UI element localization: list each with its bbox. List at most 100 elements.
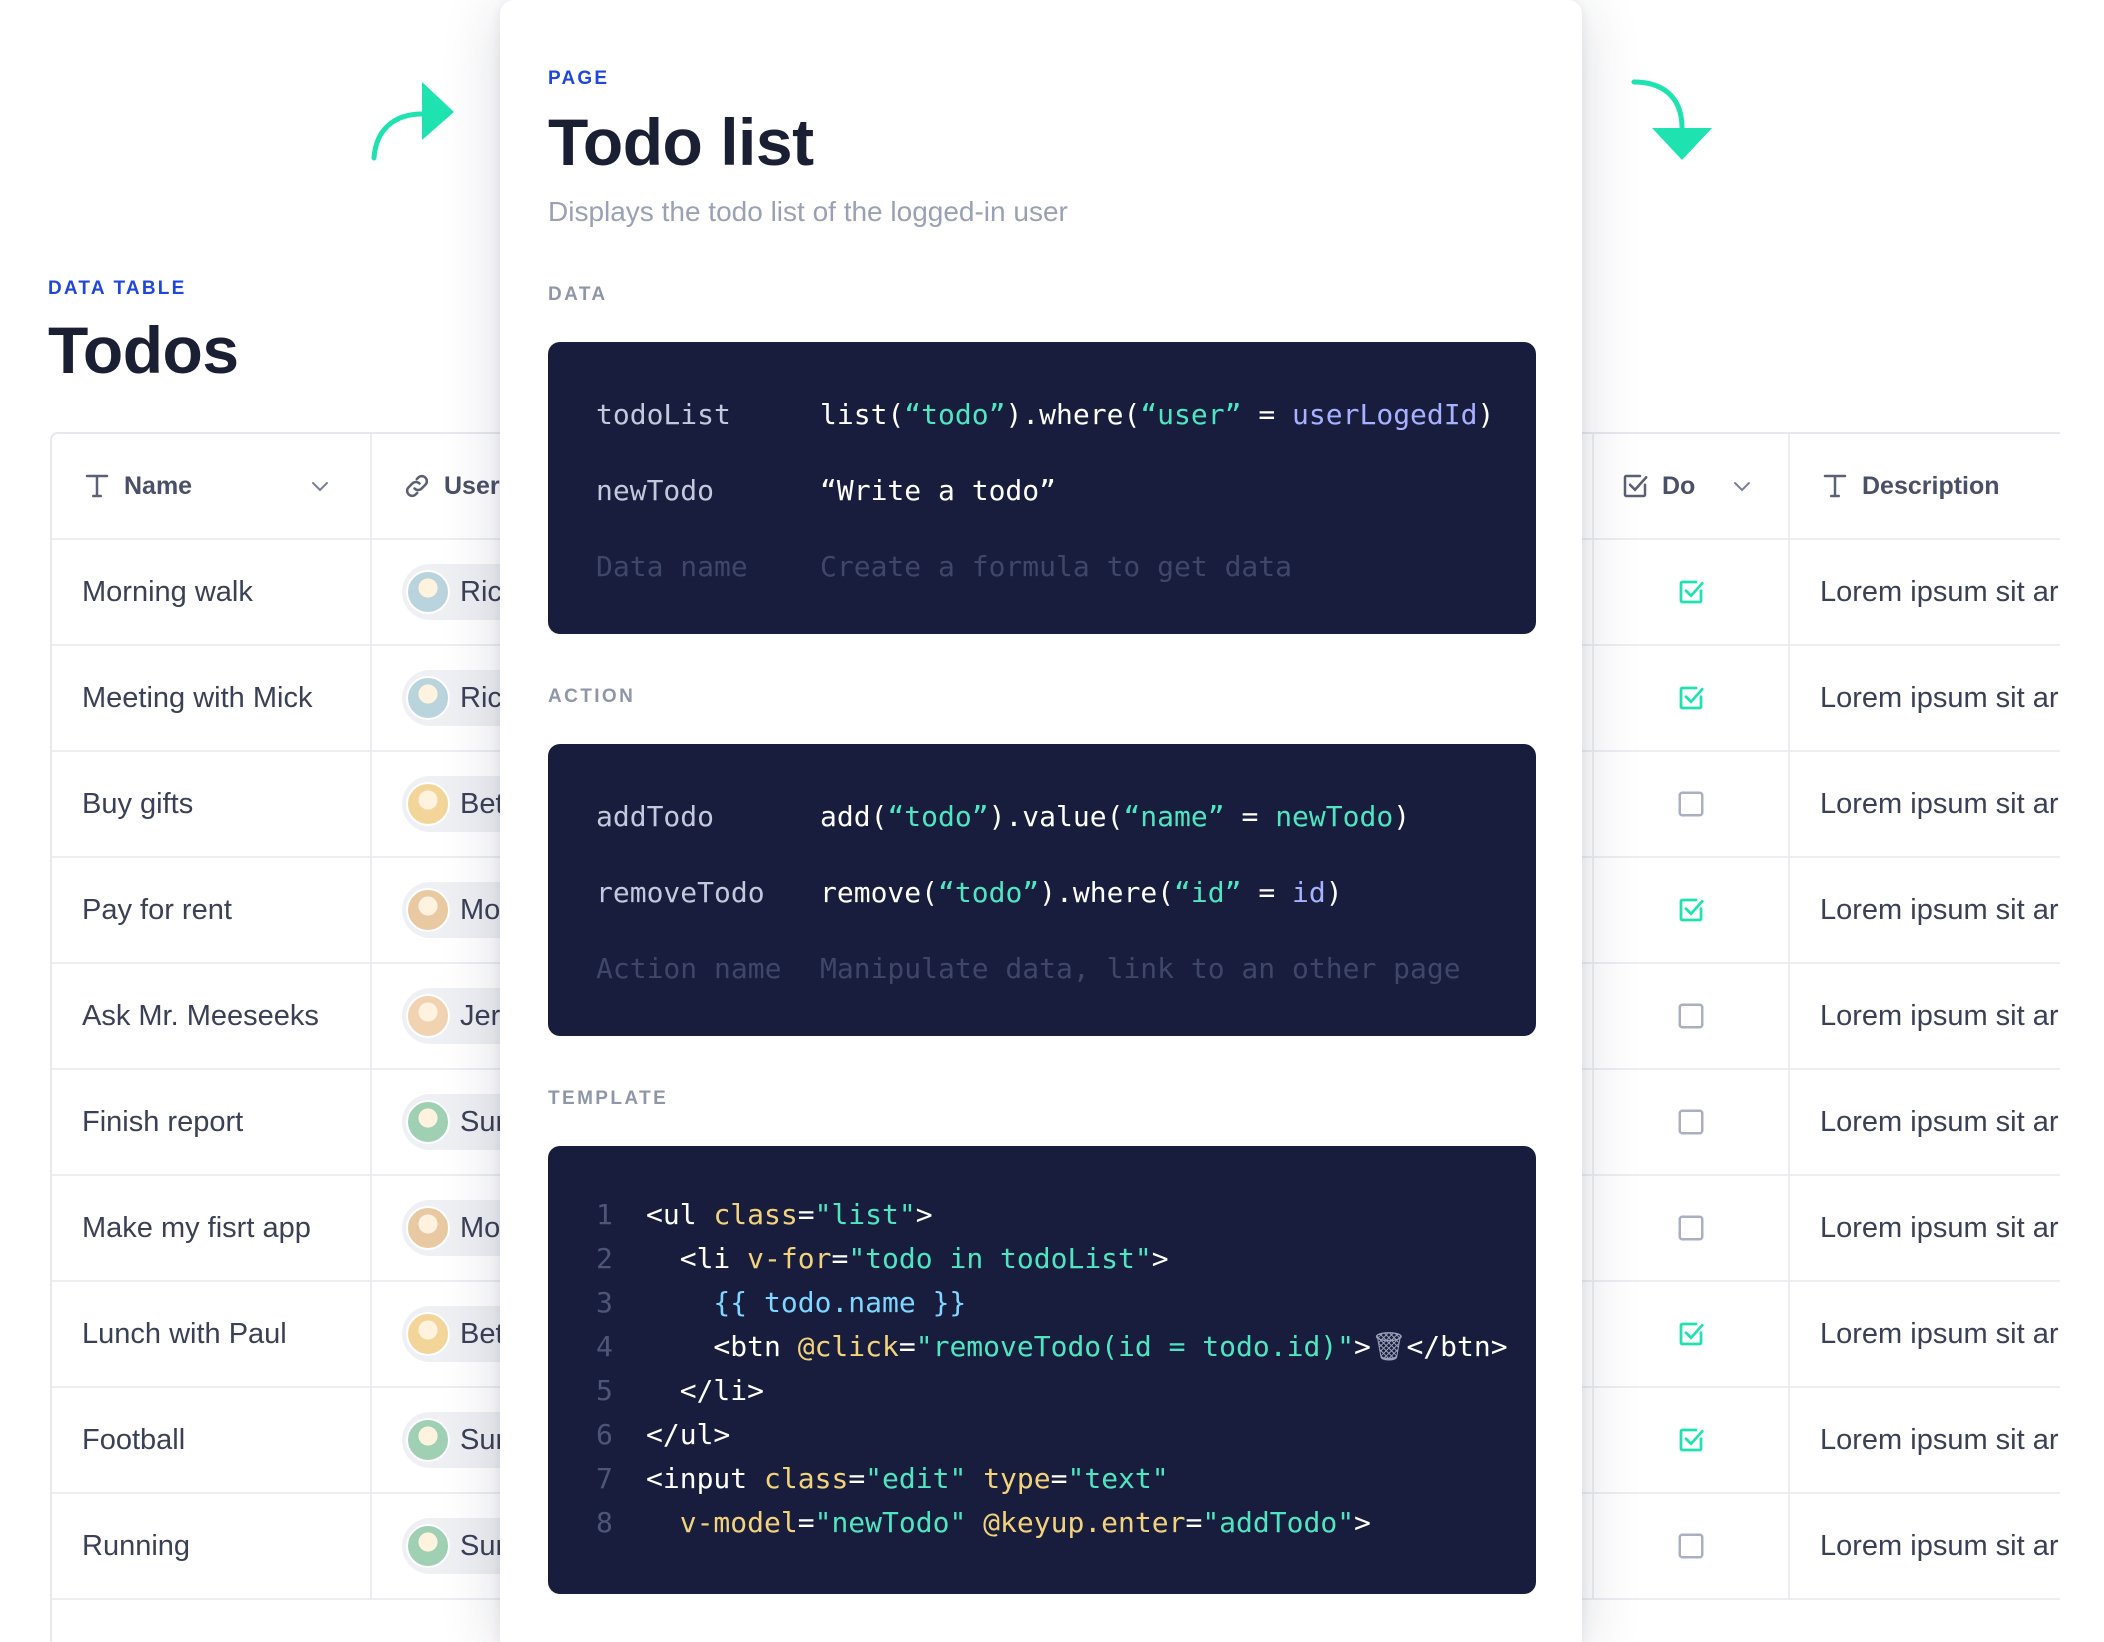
avatar [406, 888, 450, 932]
checkbox-checked-icon[interactable] [1676, 577, 1706, 607]
template-code-editor[interactable]: 1 <ul class="list"> 2 <li v-for="todo in … [548, 1146, 1536, 1594]
data-table-kicker: DATA TABLE [48, 278, 187, 299]
code-line: 3 {{ todo.name }} [596, 1286, 967, 1319]
cell-description[interactable]: Lorem ipsum sit ar [1790, 752, 2060, 856]
checkbox-checked-icon[interactable] [1676, 1425, 1706, 1455]
checkbox-checked-icon[interactable] [1676, 895, 1706, 925]
cell-name[interactable]: Running [52, 1494, 372, 1598]
data-name-input[interactable]: Data name [596, 550, 748, 583]
avatar [406, 1524, 450, 1568]
page-kicker: PAGE [548, 68, 610, 89]
cell-done [1592, 1282, 1790, 1386]
curved-arrow-icon [371, 82, 454, 161]
cell-description[interactable]: Lorem ipsum sit ar [1790, 1388, 2060, 1492]
user-name: Sur [460, 1105, 506, 1138]
chevron-down-icon[interactable] [1730, 474, 1754, 498]
cell-description[interactable]: Lorem ipsum sit ar [1790, 1282, 2060, 1386]
cell-description[interactable]: Lorem ipsum sit ar [1790, 964, 2060, 1068]
code-line: 2 <li v-for="todo in todoList"> [596, 1242, 1169, 1275]
cell-done [1592, 964, 1790, 1068]
action-formula-input[interactable]: Manipulate data, link to an other page [820, 952, 1461, 985]
data-entry-name: newTodo [596, 474, 715, 507]
column-header-user-label: User [444, 471, 500, 500]
cell-done [1592, 1494, 1790, 1598]
cell-name[interactable]: Pay for rent [52, 858, 372, 962]
cell-name[interactable]: Finish report [52, 1070, 372, 1174]
cell-name[interactable]: Buy gifts [52, 752, 372, 856]
checkbox-empty-icon[interactable] [1676, 1107, 1706, 1137]
data-entry-name: todoList [596, 398, 731, 431]
link-icon [405, 474, 429, 498]
code-line: 4 <btn @click="removeTodo(id = todo.id)"… [596, 1330, 1508, 1363]
cell-description[interactable]: Lorem ipsum sit ar [1790, 540, 2060, 644]
checkbox-empty-icon[interactable] [1676, 1213, 1706, 1243]
cell-description[interactable]: Lorem ipsum sit ar [1790, 1494, 2060, 1598]
column-header-done[interactable]: Do [1592, 434, 1790, 538]
cell-done [1592, 1070, 1790, 1174]
data-section-label: DATA [548, 284, 608, 305]
code-line: 6 </ul> [596, 1418, 731, 1451]
text-type-icon [85, 474, 109, 498]
text-type-icon [1823, 474, 1847, 498]
column-header-description-label: Description [1862, 471, 2000, 500]
cell-description[interactable]: Lorem ipsum sit ar [1790, 858, 2060, 962]
cell-done [1592, 1388, 1790, 1492]
curved-arrow-down-icon [1631, 79, 1712, 160]
avatar [406, 570, 450, 614]
cell-done [1592, 1176, 1790, 1280]
column-header-name[interactable]: Name [52, 434, 372, 538]
cell-done [1592, 858, 1790, 962]
cell-name[interactable]: Lunch with Paul [52, 1282, 372, 1386]
template-section-label: TEMPLATE [548, 1088, 669, 1109]
action-section-label: ACTION [548, 686, 636, 707]
data-code-block: todoList list(“todo”).where(“user” = use… [548, 342, 1536, 634]
checkbox-empty-icon[interactable] [1676, 1001, 1706, 1031]
user-name: Bet [460, 787, 504, 820]
action-code-block: addTodo add(“todo”).value(“name” = newTo… [548, 744, 1536, 1036]
cell-name[interactable]: Morning walk [52, 540, 372, 644]
column-header-name-label: Name [124, 471, 193, 500]
avatar [406, 1100, 450, 1144]
avatar [406, 1418, 450, 1462]
data-formula-input[interactable]: Create a formula to get data [820, 550, 1292, 583]
checkbox-type-icon [1623, 474, 1648, 498]
code-line: 1 <ul class="list"> [596, 1198, 933, 1231]
avatar [406, 994, 450, 1038]
cell-name[interactable]: Make my fisrt app [52, 1176, 372, 1280]
cell-description[interactable]: Lorem ipsum sit ar [1790, 1176, 2060, 1280]
avatar [406, 1206, 450, 1250]
checkbox-checked-icon[interactable] [1676, 1319, 1706, 1349]
user-name: Mo [460, 1211, 501, 1244]
code-line: 5 </li> [596, 1374, 765, 1407]
action-entry-formula: add(“todo”).value(“name” = newTodo) [820, 800, 1411, 833]
cell-name[interactable]: Football [52, 1388, 372, 1492]
code-line: 8 v-model="newTodo" @keyup.enter="addTod… [596, 1506, 1371, 1539]
chevron-down-icon[interactable] [308, 474, 332, 498]
action-entry-name: removeTodo [596, 876, 765, 909]
cell-description[interactable]: Lorem ipsum sit ar [1790, 1070, 2060, 1174]
user-name: Sur [460, 1423, 506, 1456]
column-header-done-label: Do [1662, 471, 1696, 500]
avatar [406, 1312, 450, 1356]
page-subtitle: Displays the todo list of the logged-in … [548, 196, 1068, 227]
cell-done [1592, 646, 1790, 750]
checkbox-empty-icon[interactable] [1676, 789, 1706, 819]
cell-name[interactable]: Meeting with Mick [52, 646, 372, 750]
cell-done [1592, 540, 1790, 644]
avatar [406, 676, 450, 720]
code-line: 7 <input class="edit" type="text" [596, 1462, 1169, 1495]
user-name: Sur [460, 1529, 506, 1562]
user-name: Bet [460, 1317, 504, 1350]
page-title: Todo list [548, 105, 814, 179]
cell-done [1592, 752, 1790, 856]
action-entry-name: addTodo [596, 800, 715, 833]
column-header-description[interactable]: Description [1790, 434, 2060, 538]
data-entry-formula: “Write a todo” [820, 474, 1057, 507]
checkbox-checked-icon[interactable] [1676, 683, 1706, 713]
data-entry-formula: list(“todo”).where(“user” = userLogedId) [820, 398, 1495, 431]
checkbox-empty-icon[interactable] [1676, 1531, 1706, 1561]
action-name-input[interactable]: Action name [596, 952, 781, 985]
cell-name[interactable]: Ask Mr. Meeseeks [52, 964, 372, 1068]
action-entry-formula: remove(“todo”).where(“id” = id) [820, 876, 1343, 909]
cell-description[interactable]: Lorem ipsum sit ar [1790, 646, 2060, 750]
